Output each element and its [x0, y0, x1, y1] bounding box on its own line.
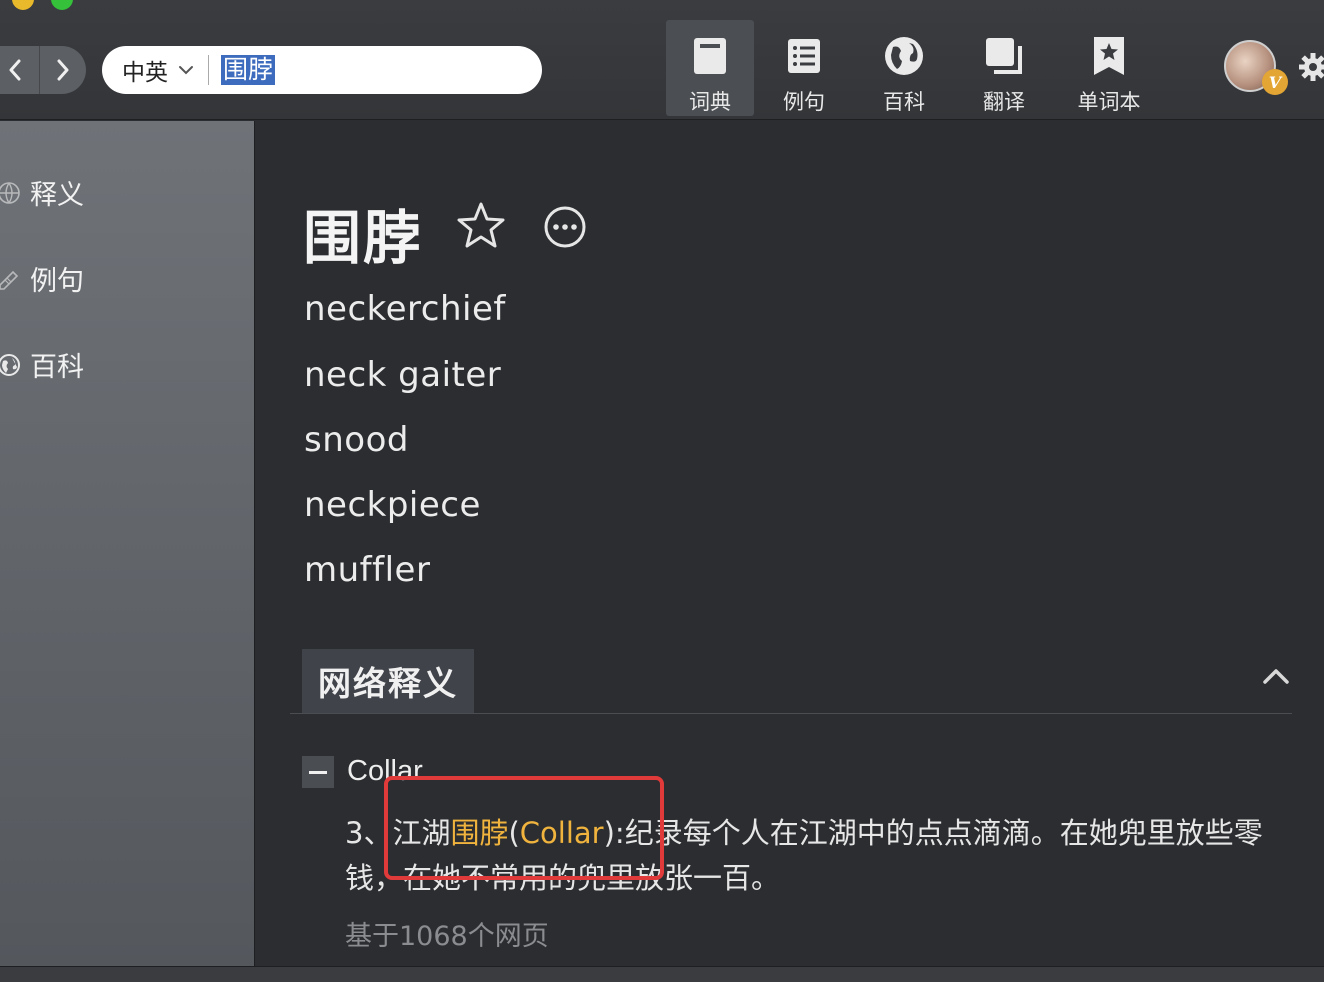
tab-wordbook-label: 单词本: [1077, 90, 1141, 114]
translation-item: neck gaiter: [304, 355, 502, 395]
globe-icon: [0, 181, 20, 204]
globe-icon: [885, 37, 923, 75]
tab-examples-label: 例句: [783, 90, 825, 114]
tab-encyclopedia[interactable]: 百科: [854, 20, 954, 116]
search-input[interactable]: 围脖: [221, 55, 276, 85]
headword: 围脖: [303, 204, 424, 272]
sidebar-item-label: 例句: [30, 266, 84, 297]
tab-encyclopedia-label: 百科: [883, 90, 925, 114]
translation-item: muffler: [304, 550, 431, 590]
chevron-down-icon: [179, 66, 193, 75]
pen-icon: [0, 270, 19, 290]
forward-button[interactable]: [39, 46, 86, 94]
window-minimize-button[interactable]: [12, 0, 34, 10]
search-bar: 中英 围脖: [102, 46, 542, 94]
copy-icon: [986, 38, 1022, 74]
sidebar-item-examples[interactable]: 例句: [0, 259, 84, 298]
chevron-right-icon: [57, 59, 69, 81]
star-icon[interactable]: [456, 201, 506, 249]
language-select[interactable]: 中英: [122, 53, 194, 87]
bookmark-icon: [1094, 37, 1124, 75]
language-select-label: 中英: [122, 60, 168, 86]
list-icon: [788, 39, 820, 73]
tab-translate[interactable]: 翻译: [954, 20, 1054, 116]
tab-dictionary[interactable]: 词典: [666, 20, 754, 116]
translation-item: snood: [304, 420, 409, 460]
annotation-highlight-box: [384, 776, 664, 880]
chevron-left-icon: [9, 59, 21, 81]
search-divider: [208, 55, 209, 85]
dictionary-icon: [694, 38, 726, 74]
sidebar-item-definitions[interactable]: 释义: [0, 173, 84, 212]
tab-examples[interactable]: 例句: [754, 20, 854, 116]
tab-dictionary-label: 词典: [689, 90, 731, 114]
sidebar-item-encyclopedia[interactable]: 百科: [0, 345, 84, 384]
globe-icon: [0, 353, 20, 376]
more-icon[interactable]: [543, 205, 587, 249]
tab-wordbook[interactable]: 单词本: [1054, 20, 1164, 116]
collapse-term-button[interactable]: [302, 756, 334, 788]
window-zoom-button[interactable]: [51, 0, 73, 10]
back-button[interactable]: [0, 46, 39, 94]
sidebar: 释义 例句 百科: [0, 121, 255, 966]
web-definition-source: 基于1068个网页: [345, 921, 549, 952]
main-tabs: 词典 例句 百科 翻译 单词本: [666, 20, 1164, 116]
toolbar: 中英 围脖 词典 例句 百科 翻译 单词本 V: [0, 0, 1324, 120]
status-bar: [0, 966, 1324, 982]
sidebar-item-label: 释义: [30, 180, 84, 211]
section-divider: [290, 713, 1292, 714]
translation-item: neckerchief: [304, 289, 506, 329]
section-title-web-definitions: 网络释义: [302, 649, 474, 713]
gear-icon[interactable]: [1298, 52, 1324, 82]
sidebar-item-label: 百科: [30, 352, 84, 383]
chevron-up-icon[interactable]: [1262, 667, 1290, 685]
history-nav: [0, 46, 86, 94]
translation-item: neckpiece: [304, 485, 481, 525]
vip-badge: V: [1262, 69, 1288, 95]
tab-translate-label: 翻译: [983, 90, 1025, 114]
